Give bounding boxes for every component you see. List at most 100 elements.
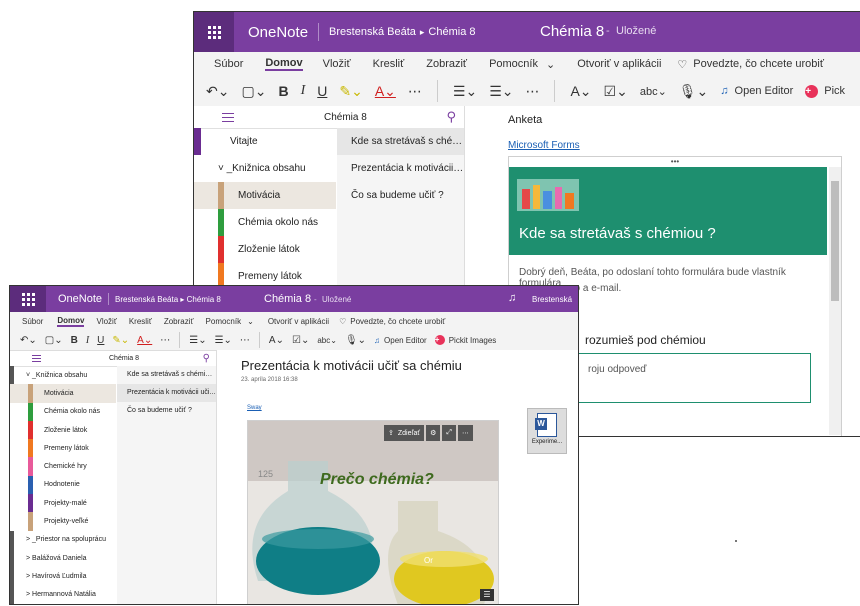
more-icon[interactable]: ⋯ bbox=[240, 335, 250, 346]
more-icon[interactable]: ⋯ bbox=[408, 83, 422, 100]
more-icon[interactable]: ⋯ bbox=[457, 425, 473, 441]
font-color-icon[interactable]: A⌄ bbox=[375, 83, 396, 100]
tab-insert[interactable]: Vložiť bbox=[323, 58, 351, 70]
section-group-item[interactable]: ˅ _Knižnica obsahu bbox=[194, 155, 336, 182]
section-item[interactable]: Chémia okolo nás bbox=[10, 402, 116, 421]
undo-icon[interactable]: ↶⌄ bbox=[20, 335, 37, 346]
sway-embed[interactable]: ••• 125 Or ⇪Zdieľať ⚙ ⤢ ⋯ Prečo chémia? bbox=[247, 420, 499, 604]
tab-view[interactable]: Zobraziť bbox=[164, 317, 194, 326]
embed-menu-icon[interactable]: ••• bbox=[509, 157, 841, 167]
open-editor-button[interactable]: ♫ Open Editor bbox=[720, 85, 793, 97]
tab-help[interactable]: Pomocník bbox=[489, 58, 538, 70]
tab-file[interactable]: Súbor bbox=[22, 317, 43, 326]
styles-icon[interactable]: A⌄ bbox=[269, 335, 284, 346]
styles-icon[interactable]: A⌄ bbox=[570, 83, 591, 100]
underline-button[interactable]: U bbox=[317, 83, 327, 99]
breadcrumb[interactable]: Brestenská Beáta ▸ Chémia 8 bbox=[115, 295, 221, 304]
settings-icon[interactable]: ⚙ bbox=[426, 425, 441, 441]
word-attachment[interactable]: W Experime... bbox=[527, 408, 567, 454]
page-item[interactable]: Čo sa budeme učiť ? bbox=[117, 402, 216, 420]
more-icon[interactable]: ⋯ bbox=[525, 83, 539, 100]
pickit-button[interactable]: + Pick bbox=[805, 84, 845, 98]
section-group-item[interactable]: > _Priestor na spoluprácu bbox=[10, 530, 116, 549]
tab-home[interactable]: Domov bbox=[57, 316, 85, 327]
tag-icon[interactable]: ☑⌄ bbox=[292, 335, 309, 346]
user-name[interactable]: Brestenská bbox=[532, 295, 572, 304]
section-item[interactable]: Projekty-malé bbox=[10, 494, 116, 513]
page-item[interactable]: Prezentácia k motivácii uči... bbox=[337, 155, 464, 182]
open-in-app-button[interactable]: Otvoriť v aplikácii bbox=[268, 317, 329, 326]
tab-file[interactable]: Súbor bbox=[214, 58, 243, 70]
clipboard-icon[interactable]: ▢⌄ bbox=[241, 83, 266, 100]
hamburger-icon[interactable] bbox=[222, 110, 234, 125]
bullets-icon[interactable]: ☰⌄ bbox=[189, 335, 206, 346]
section-item[interactable]: Motivácia bbox=[10, 384, 116, 403]
app-name[interactable]: OneNote bbox=[58, 293, 102, 305]
navigation-icon[interactable]: ☰ bbox=[480, 589, 494, 601]
breadcrumb-author[interactable]: Brestenská Beáta bbox=[329, 26, 416, 38]
share-button[interactable]: ⇪ Zdieľať bbox=[384, 425, 425, 441]
numbering-icon[interactable]: ☰⌄ bbox=[215, 335, 232, 346]
section-item[interactable]: Projekty-veľké bbox=[10, 512, 116, 531]
dictate-icon[interactable]: 🎙⌄ bbox=[679, 83, 709, 100]
bold-button[interactable]: B bbox=[278, 83, 288, 99]
section-item[interactable]: Zloženie látok bbox=[194, 236, 336, 263]
tab-view[interactable]: Zobraziť bbox=[426, 58, 467, 70]
scrollbar[interactable] bbox=[829, 167, 841, 435]
open-editor-button[interactable]: ♫ Open Editor bbox=[374, 336, 427, 345]
clipboard-icon[interactable]: ▢⌄ bbox=[45, 335, 63, 346]
page-item[interactable]: Čo sa budeme učiť ? bbox=[337, 182, 464, 209]
search-icon[interactable]: ⚲ bbox=[446, 109, 456, 125]
section-item[interactable]: Zloženie látok bbox=[10, 420, 116, 440]
section-group-item[interactable]: > Hermannová Natália bbox=[10, 585, 116, 604]
tell-me-search[interactable]: Povedzte, čo chcete urobiť bbox=[350, 317, 445, 326]
page-item[interactable]: Kde sa stretávaš s chémiou ? bbox=[117, 366, 216, 384]
section-item[interactable]: Premeny látok bbox=[10, 439, 116, 458]
app-name[interactable]: OneNote bbox=[248, 24, 308, 41]
more-icon[interactable]: ⋯ bbox=[160, 335, 170, 346]
hamburger-icon[interactable] bbox=[32, 353, 41, 364]
sway-link[interactable]: Sway bbox=[247, 405, 262, 411]
undo-icon[interactable]: ↶⌄ bbox=[206, 83, 229, 100]
tab-draw[interactable]: Kresliť bbox=[373, 58, 405, 70]
bell-icon[interactable]: ♫ bbox=[508, 292, 516, 304]
tab-home[interactable]: Domov bbox=[265, 57, 303, 71]
italic-button[interactable]: I bbox=[301, 83, 306, 99]
tab-help[interactable]: Pomocník bbox=[206, 317, 242, 326]
page-item[interactable]: Prezentácia k motivácii uči... bbox=[117, 384, 216, 402]
fullscreen-icon[interactable]: ⤢ bbox=[442, 425, 456, 441]
font-color-icon[interactable]: A⌄ bbox=[137, 335, 152, 346]
open-in-app-button[interactable]: Otvoriť v aplikácii bbox=[577, 58, 661, 70]
numbering-icon[interactable]: ☰⌄ bbox=[489, 83, 513, 100]
bullets-icon[interactable]: ☰⌄ bbox=[453, 83, 477, 100]
spelling-icon[interactable]: abc⌄ bbox=[317, 336, 337, 345]
chevron-down-icon[interactable]: ⌄ bbox=[247, 317, 254, 326]
underline-button[interactable]: U bbox=[97, 335, 104, 346]
spelling-icon[interactable]: abc⌄ bbox=[640, 85, 667, 98]
section-group-item[interactable]: > Balážová Daniela bbox=[10, 548, 116, 568]
pickit-button[interactable]: + Pickit Images bbox=[434, 335, 496, 345]
highlight-icon[interactable]: ✎⌄ bbox=[112, 335, 129, 346]
app-launcher-button[interactable] bbox=[194, 12, 234, 52]
search-icon[interactable]: ⚲ bbox=[203, 353, 210, 364]
breadcrumb-notebook[interactable]: Chémia 8 bbox=[428, 26, 475, 38]
section-item[interactable]: Chemické hry bbox=[10, 457, 116, 476]
tell-me-search[interactable]: Povedzte, čo chcete urobiť bbox=[693, 58, 824, 70]
page-item[interactable]: Kde sa stretávaš s chémiou ? bbox=[337, 128, 464, 155]
section-group-item[interactable]: > Havírová Ľudmila bbox=[10, 567, 116, 586]
app-launcher-button[interactable] bbox=[10, 286, 46, 312]
section-item[interactable]: Chémia okolo nás bbox=[194, 209, 336, 236]
tag-icon[interactable]: ☑⌄ bbox=[604, 83, 628, 100]
section-item[interactable]: Vitajte bbox=[194, 128, 336, 155]
tab-insert[interactable]: Vložiť bbox=[96, 317, 116, 326]
microsoft-forms-link[interactable]: Microsoft Forms bbox=[508, 140, 580, 151]
dictate-icon[interactable]: 🎙⌄ bbox=[345, 335, 366, 346]
chevron-down-icon[interactable]: ⌄ bbox=[546, 58, 555, 71]
italic-button[interactable]: I bbox=[86, 335, 89, 346]
section-group-item[interactable]: ˅ _Knižnica obsahu bbox=[10, 366, 116, 385]
section-item[interactable]: Hodnotenie bbox=[10, 475, 116, 495]
highlight-icon[interactable]: ✎⌄ bbox=[339, 83, 362, 100]
page-title[interactable]: Prezentácia k motivácii učiť sa chémiu bbox=[241, 358, 462, 373]
section-item[interactable]: Motivácia bbox=[194, 182, 336, 209]
tab-draw[interactable]: Kresliť bbox=[129, 317, 152, 326]
